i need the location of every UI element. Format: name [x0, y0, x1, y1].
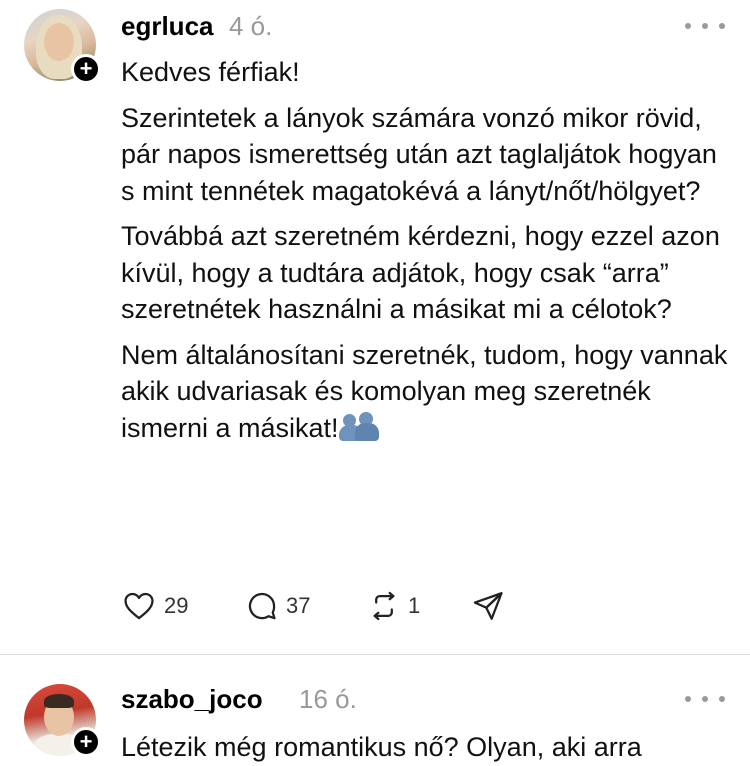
like-count: 29 — [164, 593, 189, 618]
post-paragraph: Létezik még romantikus nő? Olyan, aki ar… — [121, 732, 642, 762]
reply-count: 37 — [286, 593, 311, 618]
avatar-hair — [44, 694, 74, 708]
post-paragraph-with-emoji: Nem általánosítani szeretnék, tudom, hog… — [121, 337, 731, 447]
comment-icon — [248, 592, 276, 620]
username[interactable]: egrluca — [121, 11, 214, 42]
follow-plus-icon[interactable]: + — [71, 54, 101, 84]
repost-icon — [373, 591, 395, 621]
people-hugging-emoji — [338, 411, 379, 442]
post-divider — [0, 654, 750, 655]
timestamp: 16 ó. — [299, 684, 357, 714]
heart-icon — [124, 592, 154, 620]
post-paragraph: Nem általánosítani szeretnék, tudom, hog… — [121, 339, 728, 443]
share-button[interactable] — [471, 588, 505, 624]
avatar-face — [44, 23, 74, 61]
post-paragraph: Továbbá azt szeretném kérdezni, hogy ezz… — [121, 221, 720, 324]
reply-button[interactable]: 37 — [245, 588, 310, 624]
send-icon — [473, 592, 503, 620]
like-button[interactable]: 29 — [121, 588, 188, 624]
more-icon[interactable] — [685, 19, 725, 33]
more-icon[interactable] — [685, 692, 725, 706]
username[interactable]: szabo_joco — [121, 684, 263, 715]
timestamp: 4 ó. — [229, 11, 273, 41]
follow-plus-icon[interactable]: + — [71, 727, 101, 757]
repost-button[interactable]: 1 — [367, 588, 420, 624]
post-paragraph: Szerintetek a lányok számára vonzó mikor… — [121, 102, 717, 206]
repost-count: 1 — [408, 593, 421, 618]
post-body: Kedves férfiak! Szerintetek a lányok szá… — [121, 54, 731, 446]
post-paragraph: Kedves férfiak! — [121, 57, 300, 87]
post-body: Létezik még romantikus nő? Olyan, aki ar… — [121, 729, 731, 766]
